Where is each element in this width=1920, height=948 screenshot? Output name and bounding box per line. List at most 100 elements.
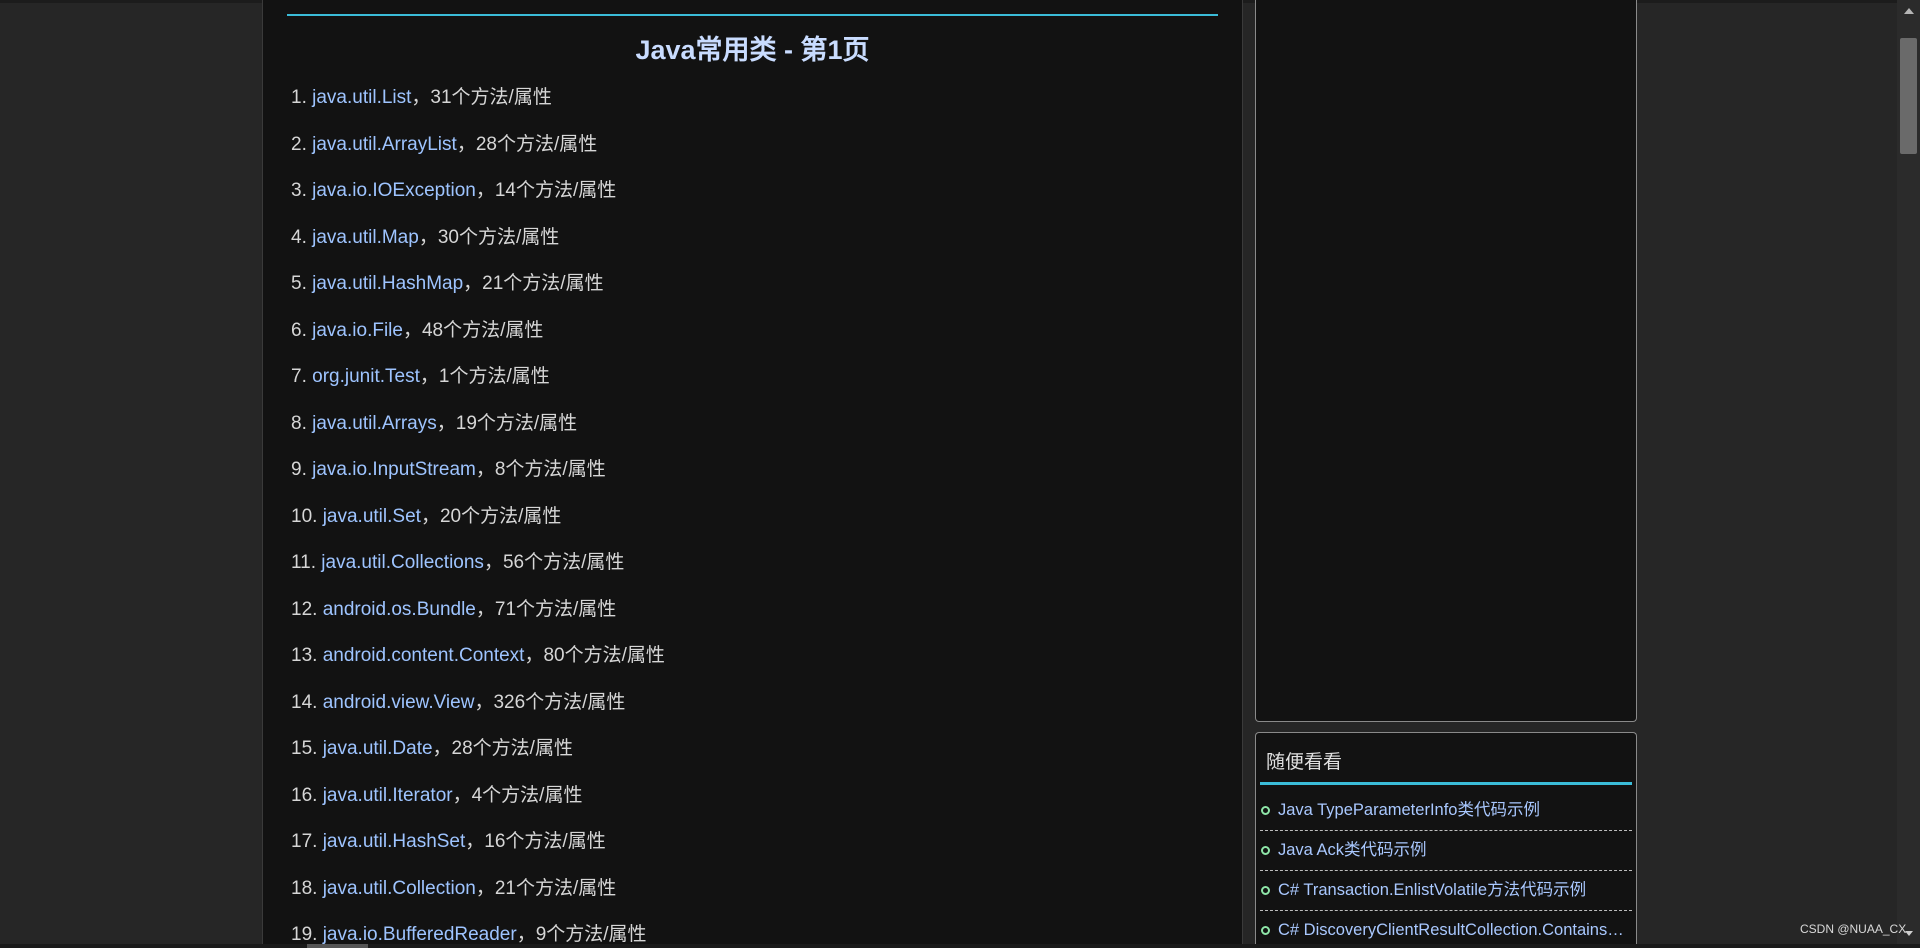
watermark: CSDN @NUAA_CX bbox=[1800, 922, 1907, 936]
method-count: ，56个方法/属性 bbox=[483, 552, 625, 573]
class-link[interactable]: org.junit.Test bbox=[312, 366, 420, 387]
class-link[interactable]: java.util.HashSet bbox=[323, 831, 466, 852]
horizontal-scrollbar[interactable] bbox=[0, 944, 1920, 948]
random-article-link[interactable]: Java Ack类代码示例 bbox=[1278, 832, 1630, 868]
class-list-item: 1. java.util.List，31个方法/属性 bbox=[291, 82, 665, 129]
page-title: Java常用类 - 第1页 bbox=[635, 35, 870, 65]
class-list-item: 13. android.content.Context，80个方法/属性 bbox=[291, 640, 665, 687]
class-list-item: 5. java.util.HashMap，21个方法/属性 bbox=[291, 268, 665, 315]
class-link[interactable]: java.io.File bbox=[312, 320, 403, 341]
item-number: 5. bbox=[291, 273, 307, 294]
class-link[interactable]: java.util.List bbox=[312, 87, 411, 108]
method-count: ，14个方法/属性 bbox=[475, 180, 617, 201]
class-list-item: 14. android.view.View，326个方法/属性 bbox=[291, 687, 665, 734]
class-link[interactable]: java.util.Collection bbox=[323, 878, 476, 899]
random-article-item: Java TypeParameterInfo类代码示例 bbox=[1260, 792, 1632, 831]
random-article-item: Java Ack类代码示例 bbox=[1260, 832, 1632, 871]
method-count: ，4个方法/属性 bbox=[452, 784, 583, 806]
item-number: 12. bbox=[291, 598, 318, 620]
item-number: 10. bbox=[291, 505, 318, 527]
method-count: ，71个方法/属性 bbox=[475, 598, 617, 620]
class-list-item: 18. java.util.Collection，21个方法/属性 bbox=[291, 873, 665, 920]
bullet-icon bbox=[1261, 886, 1270, 895]
class-link[interactable]: java.util.Arrays bbox=[312, 413, 437, 434]
class-link[interactable]: java.util.Date bbox=[323, 738, 433, 759]
item-number: 18. bbox=[291, 877, 318, 899]
item-number: 19. bbox=[291, 924, 318, 945]
class-link[interactable]: android.view.View bbox=[323, 692, 475, 713]
item-number: 6. bbox=[291, 319, 307, 341]
class-list-item: 2. java.util.ArrayList，28个方法/属性 bbox=[291, 129, 665, 176]
item-number: 3. bbox=[291, 180, 307, 201]
class-list-item: 4. java.util.Map，30个方法/属性 bbox=[291, 222, 665, 269]
method-count: ，30个方法/属性 bbox=[418, 226, 560, 248]
class-link[interactable]: java.util.Collections bbox=[321, 552, 484, 573]
class-list-item: 15. java.util.Date，28个方法/属性 bbox=[291, 733, 665, 780]
method-count: ，20个方法/属性 bbox=[420, 505, 562, 527]
random-articles-box: 随便看看 Java TypeParameterInfo类代码示例 Java Ack… bbox=[1255, 732, 1637, 948]
class-list: 1. java.util.List，31个方法/属性 2. java.util.A… bbox=[291, 82, 665, 948]
method-count: ，19个方法/属性 bbox=[436, 412, 578, 434]
method-count: ，21个方法/属性 bbox=[463, 273, 604, 294]
random-article-item: C# DiscoveryClientResultCollection.Conta… bbox=[1260, 912, 1632, 948]
item-number: 2. bbox=[291, 133, 307, 155]
item-number: 13. bbox=[291, 645, 318, 666]
class-list-item: 9. java.io.InputStream，8个方法/属性 bbox=[291, 454, 665, 501]
random-article-item: C# Transaction.EnlistVolatile方法代码示例 bbox=[1260, 872, 1632, 911]
class-link[interactable]: java.util.HashMap bbox=[312, 273, 463, 294]
class-link[interactable]: java.io.IOException bbox=[312, 180, 476, 201]
horizontal-scrollbar-thumb[interactable] bbox=[307, 944, 368, 948]
scroll-down-arrow-icon[interactable] bbox=[1905, 931, 1913, 936]
class-link[interactable]: java.io.BufferedReader bbox=[323, 924, 517, 945]
title-rule bbox=[287, 14, 1218, 16]
class-link[interactable]: java.util.Set bbox=[323, 506, 421, 527]
method-count: ，9个方法/属性 bbox=[516, 924, 647, 945]
class-link[interactable]: android.content.Context bbox=[323, 645, 525, 666]
class-link[interactable]: java.util.Iterator bbox=[323, 785, 453, 806]
class-list-item: 17. java.util.HashSet，16个方法/属性 bbox=[291, 826, 665, 873]
class-link[interactable]: java.io.InputStream bbox=[312, 459, 476, 480]
item-number: 4. bbox=[291, 226, 307, 248]
item-number: 9. bbox=[291, 459, 307, 480]
method-count: ，326个方法/属性 bbox=[474, 691, 626, 713]
method-count: ，21个方法/属性 bbox=[475, 877, 617, 899]
class-list-item: 7. org.junit.Test，1个方法/属性 bbox=[291, 361, 665, 408]
class-list-item: 8. java.util.Arrays，19个方法/属性 bbox=[291, 408, 665, 455]
random-articles-title: 随便看看 bbox=[1266, 752, 1343, 773]
item-number: 7. bbox=[291, 366, 307, 387]
item-number: 11. bbox=[291, 552, 317, 573]
item-number: 14. bbox=[291, 691, 318, 713]
item-number: 8. bbox=[291, 412, 307, 434]
scroll-up-arrow-icon[interactable] bbox=[1904, 8, 1914, 14]
class-list-item: 16. java.util.Iterator，4个方法/属性 bbox=[291, 780, 665, 827]
bullet-icon bbox=[1261, 846, 1270, 855]
method-count: ，16个方法/属性 bbox=[465, 831, 606, 852]
class-list-item: 3. java.io.IOException，14个方法/属性 bbox=[291, 175, 665, 222]
item-number: 17. bbox=[291, 831, 318, 852]
random-article-link[interactable]: C# DiscoveryClientResultCollection.Conta… bbox=[1278, 912, 1630, 948]
class-link[interactable]: java.util.Map bbox=[312, 227, 419, 248]
method-count: ，28个方法/属性 bbox=[432, 738, 573, 759]
item-number: 16. bbox=[291, 784, 318, 806]
bullet-icon bbox=[1261, 926, 1270, 935]
class-list-item: 12. android.os.Bundle，71个方法/属性 bbox=[291, 594, 665, 641]
method-count: ，48个方法/属性 bbox=[402, 319, 544, 341]
class-list-item: 10. java.util.Set，20个方法/属性 bbox=[291, 501, 665, 548]
class-list-item: 6. java.io.File，48个方法/属性 bbox=[291, 315, 665, 362]
sidebar-ad-panel bbox=[1255, 0, 1637, 722]
method-count: ，31个方法/属性 bbox=[411, 87, 552, 108]
class-link[interactable]: android.os.Bundle bbox=[323, 599, 476, 620]
scrollbar-thumb[interactable] bbox=[1900, 38, 1917, 154]
method-count: ，1个方法/属性 bbox=[419, 366, 550, 387]
random-article-link[interactable]: C# Transaction.EnlistVolatile方法代码示例 bbox=[1278, 872, 1630, 908]
item-number: 1. bbox=[291, 87, 307, 108]
method-count: ，80个方法/属性 bbox=[524, 645, 665, 666]
random-articles-rule bbox=[1260, 782, 1632, 785]
bullet-icon bbox=[1261, 806, 1270, 815]
method-count: ，28个方法/属性 bbox=[456, 133, 598, 155]
page: Java常用类 - 第1页 1. java.util.List，31个方法/属性… bbox=[0, 0, 1920, 948]
method-count: ，8个方法/属性 bbox=[475, 459, 606, 480]
random-articles-list: Java TypeParameterInfo类代码示例 Java Ack类代码示例… bbox=[1260, 792, 1632, 948]
random-article-link[interactable]: Java TypeParameterInfo类代码示例 bbox=[1278, 792, 1630, 828]
class-link[interactable]: java.util.ArrayList bbox=[312, 134, 457, 155]
